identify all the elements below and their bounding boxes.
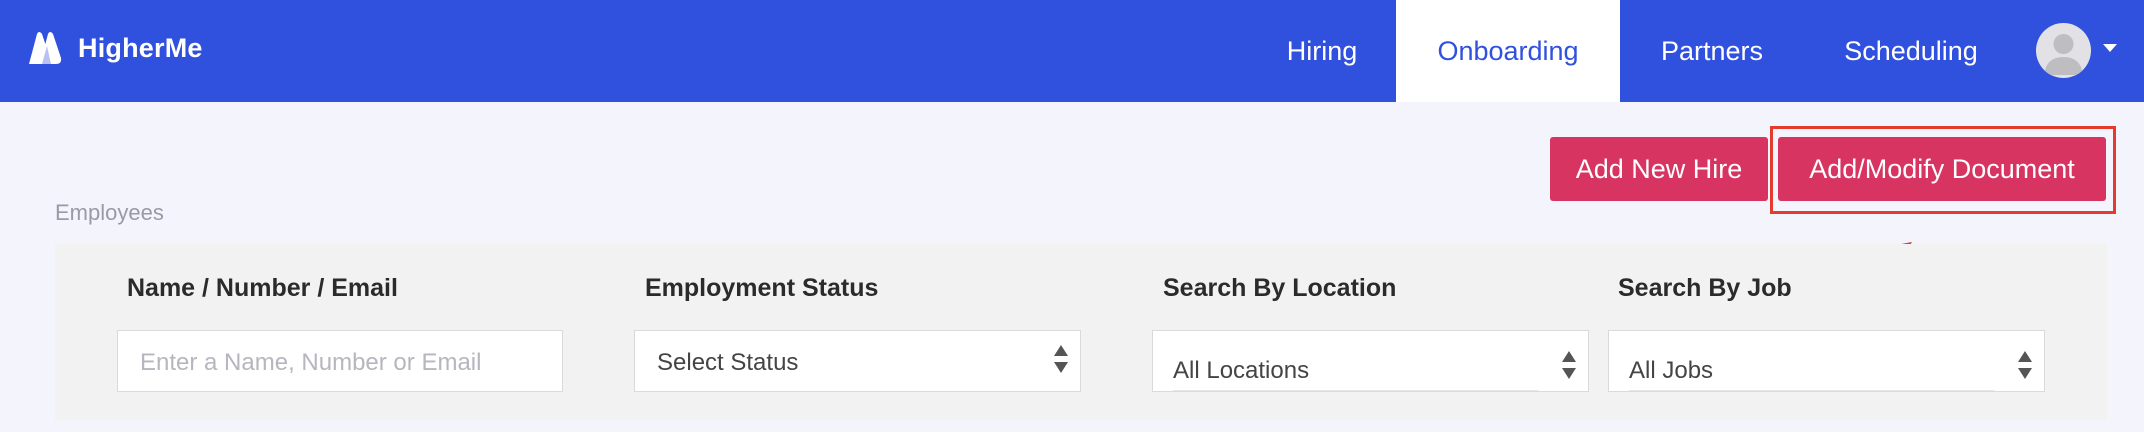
brand-name: HigherMe — [78, 32, 203, 63]
top-navbar: HigherMe Hiring Onboarding Partners Sche… — [0, 0, 2144, 102]
nav-tab-partners[interactable]: Partners — [1634, 0, 1790, 102]
add-new-hire-button[interactable]: Add New Hire — [1550, 137, 1768, 201]
highlight-box — [1770, 126, 2116, 214]
higherme-logo-icon — [26, 30, 64, 66]
field-underline — [1629, 390, 1994, 391]
field-underline — [1173, 390, 1538, 391]
select-arrows-icon — [1562, 351, 1576, 379]
location-filter-label: Search By Location — [1163, 274, 1397, 302]
location-value: All Locations — [1173, 357, 1310, 384]
job-select[interactable]: All Jobs — [1608, 330, 2045, 392]
name-filter-label: Name / Number / Email — [127, 274, 398, 302]
job-value: All Jobs — [1629, 357, 1714, 384]
nav-tab-hiring[interactable]: Hiring — [1262, 0, 1382, 102]
select-arrows-icon — [2018, 351, 2032, 379]
employment-status-select[interactable]: Select Status — [634, 330, 1081, 392]
caret-down-icon[interactable] — [2103, 44, 2117, 52]
name-search-input[interactable] — [140, 349, 540, 377]
nav-tab-onboarding[interactable]: Onboarding — [1396, 0, 1620, 102]
user-avatar-icon[interactable] — [2036, 23, 2091, 78]
job-filter-label: Search By Job — [1618, 274, 1792, 302]
employment-status-value: Select Status — [657, 349, 799, 376]
brand-logo[interactable]: HigherMe — [26, 30, 203, 66]
nav-tab-scheduling[interactable]: Scheduling — [1804, 0, 2018, 102]
employees-section-label: Employees — [55, 200, 164, 225]
select-arrows-icon — [1054, 345, 1068, 373]
status-filter-label: Employment Status — [645, 274, 879, 302]
location-select[interactable]: All Locations — [1152, 330, 1589, 392]
name-search-field[interactable] — [117, 330, 563, 392]
